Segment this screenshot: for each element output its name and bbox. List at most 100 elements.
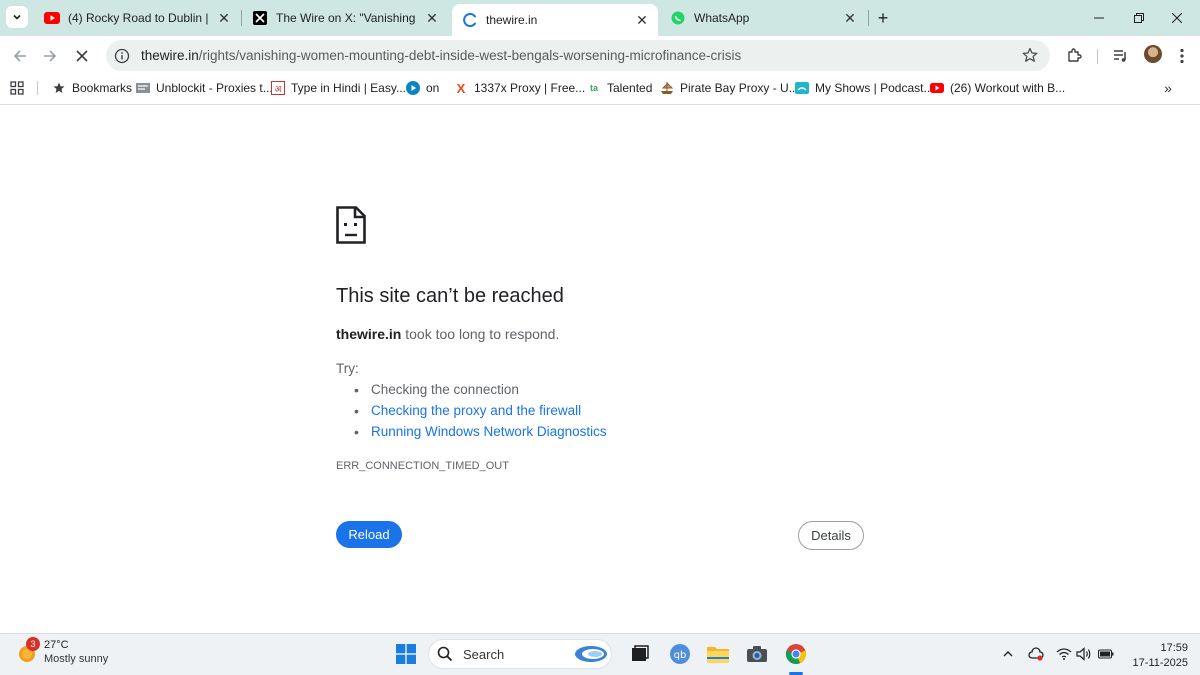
profile-avatar[interactable] [1144,45,1162,63]
search-label: Search [463,646,505,662]
apps-grid-icon [10,81,24,95]
tab-title: The Wire on X: "Vanishing Wom [276,11,416,25]
details-button[interactable]: Details [798,521,864,550]
error-description-text: took too long to respond. [401,326,560,342]
weather-alert-badge: 3 [26,637,40,651]
site-info-icon[interactable] [109,43,135,69]
windows-taskbar: 3 27°C Mostly sunny Search qb 17:59 17-1… [0,633,1200,675]
bookmark-talented[interactable]: ta Talented [587,78,652,98]
system-clock[interactable]: 17:59 17-11-2025 [1124,641,1188,671]
bookmarks-divider [37,81,38,95]
loading-spinner-icon [462,12,478,28]
wifi-icon[interactable] [1056,646,1072,662]
suggestions-list: Checking the connection Checking the pro… [354,381,607,444]
tab-title: (4) Rocky Road to Dublin | Sinn [68,11,208,25]
copilot-highlight-icon [575,646,607,662]
hindi-icon: अ [271,81,285,95]
clock-time: 17:59 [1160,642,1188,654]
chevron-down-icon [13,14,21,20]
browser-menu-button[interactable] [1170,44,1194,68]
bookmark-unblockit[interactable]: Unblockit - Proxies t... [136,78,273,98]
chrome-button[interactable] [782,640,810,668]
start-button[interactable] [392,640,420,668]
tray-app-icon[interactable] [1028,646,1044,662]
battery-icon[interactable] [1098,646,1114,662]
apps-button[interactable] [10,78,24,98]
url-text: thewire.in/rights/vanishing-women-mounti… [141,48,741,63]
suggestion-network-diagnostics-link[interactable]: Running Windows Network Diagnostics [354,423,607,444]
tab-thewire-active[interactable]: thewire.in ✕ [452,4,658,36]
more-bookmarks-button[interactable]: » [1158,78,1178,98]
bookmark-on[interactable]: on [406,78,439,98]
tab-whatsapp[interactable]: WhatsApp ✕ [660,4,866,32]
bookmark-type-in-hindi[interactable]: अ Type in Hindi | Easy... [271,78,406,98]
new-tab-button[interactable]: + [872,7,894,29]
svg-text:qb: qb [674,650,687,661]
volume-icon[interactable] [1076,646,1092,662]
forward-button[interactable] [36,42,64,70]
close-icon[interactable]: ✕ [424,10,440,26]
address-bar[interactable]: thewire.in/rights/vanishing-women-mounti… [106,40,1050,71]
stop-loading-button[interactable] [68,42,96,70]
weather-widget[interactable]: 3 27°C Mostly sunny [16,637,108,666]
close-icon[interactable]: ✕ [216,10,232,26]
chrome-icon [785,644,807,664]
bookmark-label: Bookmarks [72,81,133,95]
error-title: This site can’t be reached [336,285,564,307]
double-chevron-right-icon: » [1164,80,1172,96]
weather-temperature: 27°C [44,639,69,651]
play-circle-icon [406,81,420,95]
taskbar-search[interactable]: Search [428,639,612,669]
bookmark-all[interactable]: Bookmarks [52,78,132,98]
error-host: thewire.in [336,326,402,342]
error-code: ERR_CONNECTION_TIMED_OUT [336,460,509,472]
kebab-menu-icon [1180,48,1184,64]
bookmark-1337x[interactable]: X 1337x Proxy | Free... [454,78,586,98]
sad-page-icon [336,206,366,244]
url-path: /rights/vanishing-women-mounting-debt-in… [198,48,742,63]
bookmark-label: on [426,81,440,95]
show-hidden-icons-button[interactable] [1000,646,1016,662]
chevron-up-icon [1003,651,1013,657]
playlist-icon [1114,50,1126,62]
url-host: thewire.in [141,48,199,63]
x-red-icon: X [456,80,466,96]
bookmark-label: (26) Workout with B... [950,81,1066,95]
tab-title: thewire.in [486,13,538,27]
puzzle-icon [1068,48,1082,62]
media-controls-button[interactable] [1109,44,1133,68]
qbittorrent-button[interactable]: qb [666,640,694,668]
bookmark-label: 1337x Proxy | Free... [474,81,586,95]
youtube-icon [930,81,944,95]
podcast-icon [795,81,809,95]
youtube-icon [44,10,60,26]
plus-icon: + [877,7,889,28]
tab-x[interactable]: The Wire on X: "Vanishing Wom ✕ [242,4,448,32]
bookmark-label: Talented [607,81,653,95]
bookmark-my-shows[interactable]: My Shows | Podcast... [795,78,934,98]
file-explorer-button[interactable] [704,640,732,668]
search-icon [437,646,453,662]
bookmark-workout[interactable]: (26) Workout with B... [930,78,1065,98]
close-window-button[interactable] [1154,0,1200,36]
tab-search-button[interactable] [6,6,28,28]
content-divider [0,104,1200,105]
bookmark-label: My Shows | Podcast... [815,81,934,95]
close-icon [1172,13,1182,23]
task-view-button[interactable] [626,640,654,668]
x-icon [252,10,268,26]
bookmark-pirate-bay[interactable]: Pirate Bay Proxy - U... [660,78,799,98]
qbittorrent-icon: qb [670,644,690,664]
restore-icon [1134,13,1144,23]
extensions-button[interactable] [1062,44,1086,68]
close-icon[interactable]: ✕ [634,12,650,28]
tab-youtube[interactable]: (4) Rocky Road to Dublin | Sinn ✕ [34,4,240,32]
bookmarks-bar: Bookmarks Unblockit - Proxies t... अ Typ… [0,76,1200,100]
camera-app-button[interactable] [743,640,771,668]
reload-button[interactable]: Reload [336,521,402,548]
ship-icon [660,81,674,95]
suggestion-check-proxy-link[interactable]: Checking the proxy and the firewall [354,402,607,423]
bookmark-star-icon[interactable] [1020,45,1040,65]
back-button[interactable] [6,42,34,70]
close-icon[interactable]: ✕ [842,10,858,26]
